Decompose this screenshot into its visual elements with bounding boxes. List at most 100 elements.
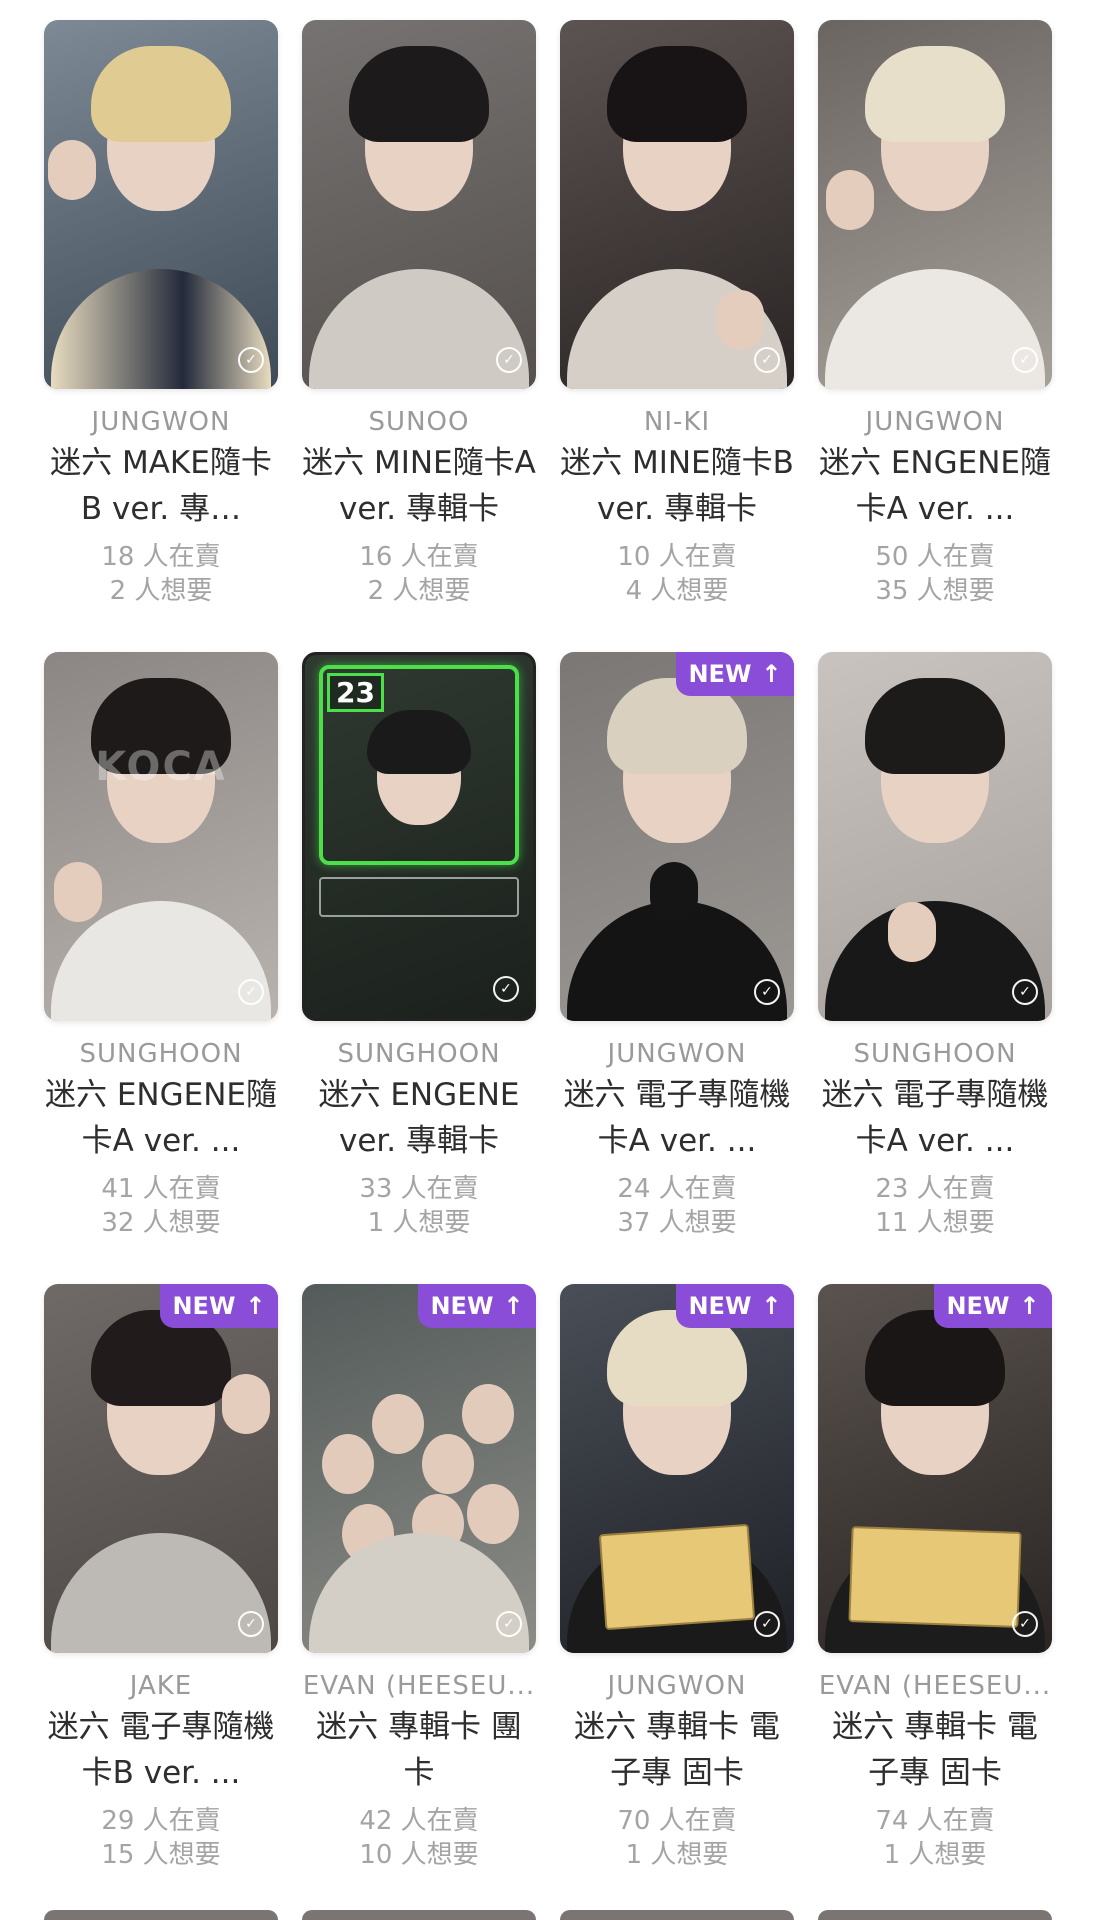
- photo-figure: [222, 1374, 270, 1434]
- card-photo-peek: [302, 1910, 536, 1920]
- card-photo[interactable]: NEW ↑ ✓: [302, 1284, 536, 1653]
- photo-figure: [865, 45, 1005, 142]
- card-title[interactable]: 迷六 電子專隨機卡B ver. ...: [44, 1704, 278, 1794]
- member-name: NI-KI: [643, 406, 711, 437]
- photocard-item[interactable]: ✓ SUNOO 迷六 MINE隨卡A ver. 專輯卡 16 人在賣 2 人想要: [302, 20, 536, 608]
- member-name: SUNGHOON: [79, 1038, 243, 1069]
- card-title[interactable]: 迷六 專輯卡 電子專 固卡: [560, 1704, 794, 1794]
- arrow-up-icon: ↑: [1019, 1292, 1040, 1320]
- check-circle-icon[interactable]: ✓: [238, 1610, 264, 1637]
- photocard-item[interactable]: NEW ↑ ✓ EVAN (HEESEU... 迷六 專輯卡 電子專 固卡 74…: [818, 1284, 1052, 1872]
- next-row-peek: [44, 1910, 1052, 1920]
- check-circle-icon[interactable]: ✓: [493, 975, 519, 1002]
- card-title[interactable]: 迷六 MAKE隨卡B ver. 專…: [44, 440, 278, 530]
- check-circle-icon[interactable]: ✓: [754, 978, 780, 1005]
- card-photo[interactable]: ✓: [302, 20, 536, 389]
- card-number: 23: [327, 673, 384, 712]
- new-label: NEW: [172, 1292, 236, 1320]
- photocard-item[interactable]: NEW ↑ ✓ EVAN (HEESEU... 迷六 專輯卡 團卡 42 人在賣…: [302, 1284, 536, 1872]
- card-title[interactable]: 迷六 ENGENE隨卡A ver. ...: [44, 1072, 278, 1162]
- photocard-item[interactable]: NEW ↑ ✓ JAKE 迷六 電子專隨機卡B ver. ... 29 人在賣 …: [44, 1284, 278, 1872]
- check-circle-icon[interactable]: ✓: [754, 346, 780, 373]
- card-photo[interactable]: ✓: [560, 20, 794, 389]
- photo-figure: [888, 902, 936, 962]
- selling-count: 70 人在賣: [617, 1806, 737, 1836]
- card-photo[interactable]: NEW ↑ ✓: [560, 652, 794, 1021]
- check-circle-icon[interactable]: ✓: [238, 346, 264, 373]
- photo-figure: [54, 862, 102, 922]
- card-photo[interactable]: NEW ↑ ✓: [818, 1284, 1052, 1653]
- check-circle-icon[interactable]: ✓: [1012, 346, 1038, 373]
- photo-figure: [826, 170, 874, 230]
- selling-count: 10 人在賣: [617, 542, 737, 572]
- card-title[interactable]: 迷六 電子專隨機卡A ver. ...: [818, 1072, 1052, 1162]
- card-photo[interactable]: NEW ↑ ✓: [44, 1284, 278, 1653]
- card-title[interactable]: 迷六 電子專隨機卡A ver. ...: [560, 1072, 794, 1162]
- card-title[interactable]: 迷六 ENGENE ver. 專輯卡: [302, 1072, 536, 1162]
- photo-figure: [650, 862, 698, 922]
- new-badge: NEW ↑: [676, 1284, 794, 1328]
- photo-figure: [607, 45, 747, 142]
- check-circle-icon[interactable]: ✓: [1012, 978, 1038, 1005]
- photocard-item[interactable]: ✓ JUNGWON 迷六 MAKE隨卡B ver. 專… 18 人在賣 2 人想…: [44, 20, 278, 608]
- card-title[interactable]: 迷六 MINE隨卡A ver. 專輯卡: [302, 440, 536, 530]
- selling-count: 24 人在賣: [617, 1174, 737, 1204]
- arrow-up-icon: ↑: [245, 1292, 266, 1320]
- wanting-count: 11 人想要: [875, 1208, 995, 1238]
- card-title[interactable]: 迷六 專輯卡 電子專 固卡: [818, 1704, 1052, 1794]
- card-photo[interactable]: ✓: [44, 20, 278, 389]
- photo-figure: [309, 268, 529, 389]
- card-photo-peek: [560, 1910, 794, 1920]
- new-label: NEW: [688, 1292, 752, 1320]
- wanting-count: 4 人想要: [625, 576, 729, 606]
- photo-figure: [91, 45, 231, 142]
- photocard-item[interactable]: ✓ SUNGHOON 迷六 電子專隨機卡A ver. ... 23 人在賣 11…: [818, 652, 1052, 1240]
- photocard-item[interactable]: ✓ NI-KI 迷六 MINE隨卡B ver. 專輯卡 10 人在賣 4 人想要: [560, 20, 794, 608]
- card-title[interactable]: 迷六 MINE隨卡B ver. 專輯卡: [560, 440, 794, 530]
- stat-panel: [319, 877, 519, 917]
- card-photo-peek: [818, 1910, 1052, 1920]
- card-title[interactable]: 迷六 ENGENE隨卡A ver. ...: [818, 440, 1052, 530]
- photocard-item[interactable]: 23 ✓ SUNGHOON 迷六 ENGENE ver. 專輯卡 33 人在賣 …: [302, 652, 536, 1240]
- wanting-count: 1 人想要: [883, 1840, 987, 1870]
- photo-figure: [865, 677, 1005, 774]
- photocard-item[interactable]: NEW ↑ ✓ JUNGWON 迷六 專輯卡 電子專 固卡 70 人在賣 1 人…: [560, 1284, 794, 1872]
- member-name: JUNGWON: [607, 1670, 747, 1701]
- photocard-item[interactable]: NEW ↑ ✓ JUNGWON 迷六 電子專隨機卡A ver. ... 24 人…: [560, 652, 794, 1240]
- card-photo[interactable]: 23 ✓: [302, 652, 536, 1021]
- card-photo[interactable]: ✓: [818, 652, 1052, 1021]
- member-name: JUNGWON: [91, 406, 231, 437]
- card-title[interactable]: 迷六 專輯卡 團卡: [302, 1704, 536, 1794]
- card-photo[interactable]: ✓: [818, 20, 1052, 389]
- photo-figure: [309, 1532, 529, 1653]
- new-badge: NEW ↑: [418, 1284, 536, 1328]
- wanting-count: 1 人想要: [367, 1208, 471, 1238]
- card-grid: ✓ JUNGWON 迷六 MAKE隨卡B ver. 專… 18 人在賣 2 人想…: [44, 20, 1052, 1872]
- wanting-count: 35 人想要: [875, 576, 995, 606]
- selling-count: 29 人在賣: [101, 1806, 221, 1836]
- check-circle-icon[interactable]: ✓: [754, 1610, 780, 1637]
- selling-count: 23 人在賣: [875, 1174, 995, 1204]
- wanting-count: 37 人想要: [617, 1208, 737, 1238]
- photocard-item[interactable]: ✓ JUNGWON 迷六 ENGENE隨卡A ver. ... 50 人在賣 3…: [818, 20, 1052, 608]
- wanting-count: 2 人想要: [109, 576, 213, 606]
- member-name: JAKE: [129, 1670, 193, 1701]
- photo-figure: [716, 290, 764, 350]
- check-circle-icon[interactable]: ✓: [238, 978, 264, 1005]
- card-photo[interactable]: NEW ↑ ✓: [560, 1284, 794, 1653]
- selling-count: 33 人在賣: [359, 1174, 479, 1204]
- watermark: KOCA: [95, 744, 227, 790]
- card-photo[interactable]: KOCA ✓: [44, 652, 278, 1021]
- check-circle-icon[interactable]: ✓: [496, 1610, 522, 1637]
- member-name: SUNGHOON: [337, 1038, 501, 1069]
- member-name: EVAN (HEESEU...: [302, 1670, 536, 1701]
- check-circle-icon[interactable]: ✓: [496, 346, 522, 373]
- wanting-count: 10 人想要: [359, 1840, 479, 1870]
- member-name: JUNGWON: [865, 406, 1005, 437]
- check-circle-icon[interactable]: ✓: [1012, 1610, 1038, 1637]
- card-photo-peek: [44, 1910, 278, 1920]
- photo-figure: [48, 140, 96, 200]
- photo-figure: [825, 268, 1045, 389]
- wanting-count: 1 人想要: [625, 1840, 729, 1870]
- photocard-item[interactable]: KOCA ✓ SUNGHOON 迷六 ENGENE隨卡A ver. ... 41…: [44, 652, 278, 1240]
